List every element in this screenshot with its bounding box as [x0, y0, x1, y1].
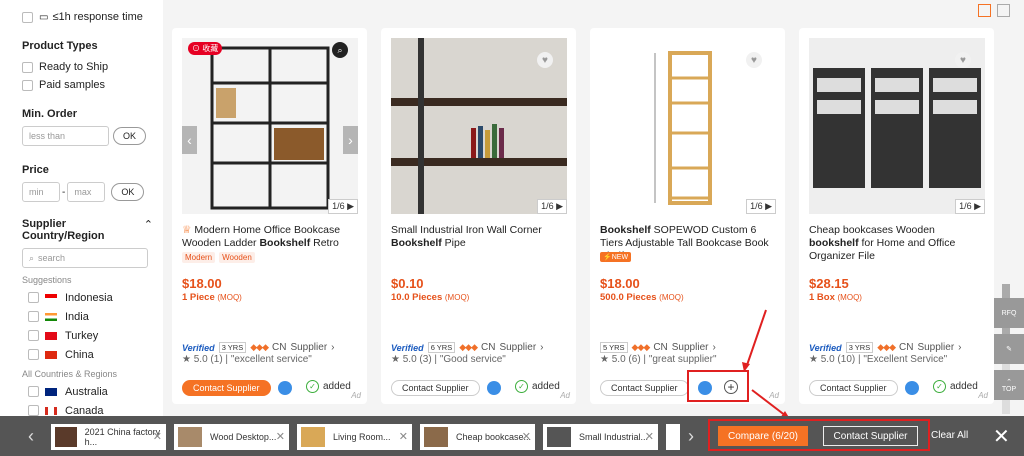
compare-thumb: [301, 427, 325, 447]
compare-item[interactable]: 2021 China factory h... ✕: [51, 424, 166, 450]
close-icon[interactable]: ✕: [153, 430, 162, 443]
compare-item-partial[interactable]: [666, 424, 680, 450]
close-icon[interactable]: ✕: [522, 430, 531, 443]
compare-item-label: Living Room...: [333, 432, 391, 442]
compare-thumb: [55, 427, 77, 447]
compare-button[interactable]: Compare (6/20): [718, 426, 808, 446]
close-icon[interactable]: ✕: [645, 430, 654, 443]
compare-item-label: Wood Desktop...: [210, 432, 277, 442]
compare-item[interactable]: Wood Desktop... ✕: [174, 424, 289, 450]
clear-all-button[interactable]: Clear All: [931, 430, 968, 441]
compare-thumb: [424, 427, 448, 447]
page: ▭ ≤1h response time Product Types Ready …: [0, 0, 1024, 456]
compare-item[interactable]: Small Industrial... ✕: [543, 424, 658, 450]
compare-item[interactable]: Cheap bookcase... ✕: [420, 424, 535, 450]
compare-thumb: [178, 427, 202, 447]
compare-prev-arrow[interactable]: ‹: [28, 426, 34, 447]
compare-thumb: [547, 427, 571, 447]
compare-next-arrow[interactable]: ›: [688, 426, 694, 447]
annotation-arrows: [742, 309, 790, 419]
compare-item[interactable]: Living Room... ✕: [297, 424, 412, 450]
compare-contact-supplier-button[interactable]: Contact Supplier: [823, 426, 918, 446]
compare-item-label: Cheap bookcase...: [456, 432, 532, 442]
close-icon[interactable]: ✕: [399, 430, 408, 443]
close-icon[interactable]: ✕: [993, 424, 1010, 449]
close-icon[interactable]: ✕: [276, 430, 285, 443]
compare-item-label: Small Industrial...: [579, 432, 649, 442]
